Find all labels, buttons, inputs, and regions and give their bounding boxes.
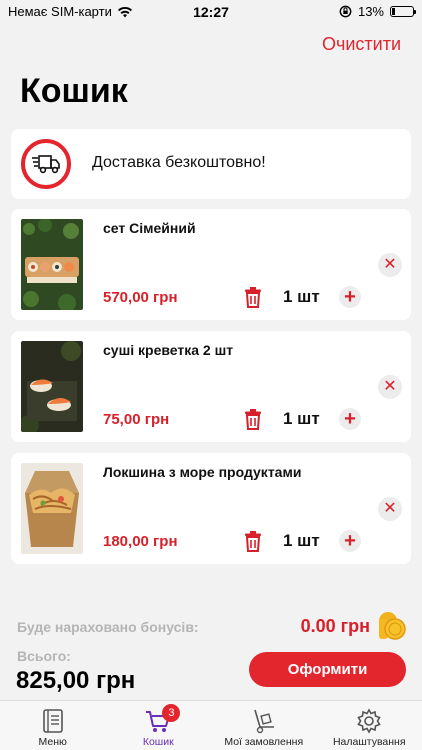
tab-my-orders-label: Мої замовлення (224, 736, 304, 748)
cart-item: сет Сімейний 570,00 грн 1 шт + ✕ (11, 209, 411, 320)
cart-item: суші креветка 2 шт 75,00 грн 1 шт + ✕ (11, 331, 411, 442)
page-title: Кошик (20, 72, 128, 110)
remove-item-button[interactable]: ✕ (378, 497, 402, 521)
tab-settings-label: Налаштування (332, 736, 406, 748)
remove-item-button[interactable]: ✕ (378, 375, 402, 399)
remove-item-button[interactable]: ✕ (378, 253, 402, 277)
product-name: суші креветка 2 шт (103, 342, 234, 358)
trash-icon (245, 531, 261, 552)
product-image (21, 219, 83, 310)
product-quantity: 1 шт (283, 287, 320, 306)
tab-menu-label: Меню (38, 736, 67, 748)
checkout-button[interactable]: Оформити (249, 652, 406, 687)
orientation-lock-icon (339, 5, 352, 18)
gear-icon (357, 708, 381, 734)
hand-truck-icon (253, 709, 274, 734)
total-value: 825,00 грн (16, 667, 136, 694)
coins-icon (379, 612, 406, 640)
delivery-info-card: Доставка безкоштовно! (11, 129, 411, 199)
product-name: Локшина з море продуктами (103, 464, 302, 480)
tab-bar: Меню 3 Кошик Мої замовлення Налаштування (0, 700, 422, 750)
bonus-value: 0.00 грн (300, 616, 370, 636)
delivery-text: Доставка безкоштовно! (92, 154, 266, 171)
tab-my-orders[interactable]: Мої замовлення (211, 701, 317, 750)
total-label: Всього: (17, 648, 71, 664)
product-quantity: 1 шт (283, 531, 320, 550)
trash-icon (245, 287, 261, 308)
status-bar: Немає SIM-карти 12:27 13% (0, 0, 422, 24)
clear-cart-button[interactable]: Очистити (322, 34, 401, 55)
cart-item: Локшина з море продуктами 180,00 грн 1 ш… (11, 453, 411, 564)
battery-icon (390, 6, 416, 17)
close-icon: ✕ (383, 256, 397, 273)
product-price: 570,00 грн (103, 289, 178, 306)
product-image (21, 463, 83, 554)
tab-cart-label: Кошик (142, 736, 174, 748)
product-quantity: 1 шт (283, 409, 320, 428)
delivery-truck-icon (21, 139, 71, 189)
bonus-label: Буде нараховано бонусів: (17, 619, 199, 635)
tab-cart[interactable]: 3 Кошик (106, 701, 212, 750)
status-right: 13% (339, 4, 416, 19)
increase-quantity-button[interactable]: + (339, 530, 361, 552)
cart-count-badge: 3 (162, 704, 181, 722)
close-icon: ✕ (383, 500, 397, 517)
product-price: 75,00 грн (103, 411, 170, 428)
decrease-trash-button[interactable] (243, 286, 263, 308)
menu-book-icon (42, 709, 63, 733)
product-name: сет Сімейний (103, 220, 196, 236)
close-icon: ✕ (383, 378, 397, 395)
tab-settings[interactable]: Налаштування (317, 701, 422, 750)
product-price: 180,00 грн (103, 533, 178, 550)
decrease-trash-button[interactable] (243, 408, 263, 430)
trash-icon (245, 409, 261, 430)
tab-menu[interactable]: Меню (0, 701, 106, 750)
increase-quantity-button[interactable]: + (339, 286, 361, 308)
battery-percent: 13% (357, 4, 384, 19)
product-image (21, 341, 83, 432)
decrease-trash-button[interactable] (243, 530, 263, 552)
increase-quantity-button[interactable]: + (339, 408, 361, 430)
